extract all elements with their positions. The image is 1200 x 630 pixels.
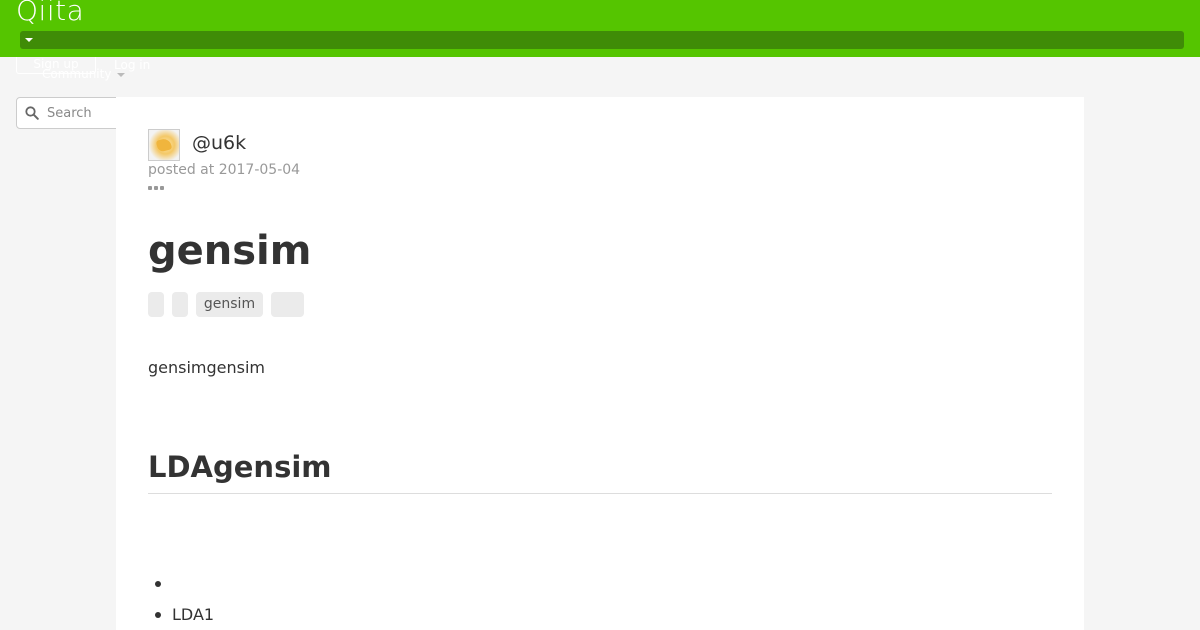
intro-paragraph: gensimgensim [148, 358, 266, 377]
article-body: @u6k posted at 2017-05-04 gensim gensim … [116, 97, 1084, 630]
tag[interactable] [271, 292, 304, 317]
caret-down-icon [25, 38, 33, 42]
site-header: Qiita [0, 0, 1200, 57]
bullet-list: LDA1 [148, 574, 214, 630]
avatar-image [155, 137, 173, 153]
author-username[interactable]: @u6k [192, 131, 246, 155]
bullet-icon [155, 612, 161, 618]
tag[interactable] [172, 292, 188, 317]
tag[interactable] [148, 292, 164, 317]
list-item-text: LDA1 [172, 605, 215, 624]
list-item: LDA1 [148, 605, 214, 625]
section-divider [148, 493, 1052, 494]
article-title: gensim [148, 228, 312, 274]
more-icon[interactable] [148, 185, 164, 191]
community-menu[interactable]: Community [42, 67, 111, 82]
avatar[interactable] [148, 129, 180, 161]
posted-date: posted at 2017-05-04 [148, 162, 301, 178]
section-heading: LDAgensim [148, 450, 332, 484]
header-menu-bar[interactable] [20, 31, 1184, 49]
bullet-icon [155, 581, 161, 587]
tag[interactable]: gensim [196, 292, 263, 317]
search-icon [25, 106, 39, 120]
login-link[interactable]: Log in [114, 58, 150, 73]
qiita-logo[interactable]: Qiita [16, 0, 84, 27]
chevron-down-icon [117, 73, 125, 77]
list-item [148, 574, 214, 594]
